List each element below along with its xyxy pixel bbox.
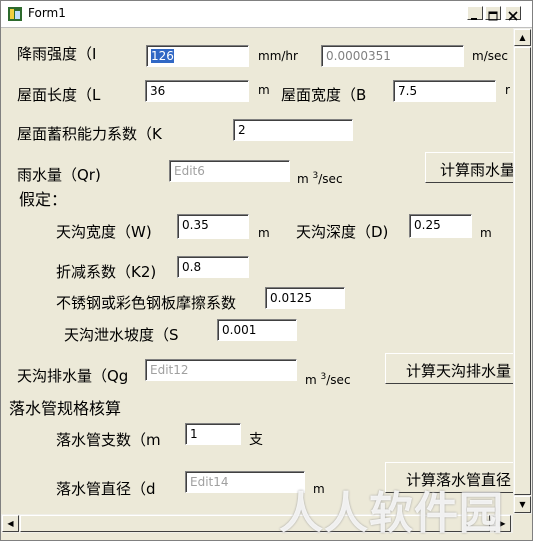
gutter-width-label: 天沟宽度（W) <box>56 223 152 241</box>
rain-intensity-input[interactable]: 126 <box>146 45 249 67</box>
watermark-text: 人人软件园 <box>279 488 504 539</box>
title-bar[interactable]: Form1 <box>1 1 532 28</box>
maximize-button[interactable] <box>485 6 501 21</box>
rain-intensity-converted-field[interactable]: 0.0000351 <box>321 45 464 67</box>
gutter-slope-label: 天沟泄水坡度（S <box>64 326 179 344</box>
vertical-scrollbar[interactable]: ▲ ▼ <box>513 28 532 514</box>
rain-volume-field[interactable]: Edit6 <box>169 160 290 182</box>
minimize-button[interactable] <box>467 6 483 20</box>
scroll-down-icon: ▼ <box>519 500 526 509</box>
vertical-scroll-thumb[interactable] <box>514 47 531 495</box>
gutter-depth-label: 天沟深度（D) <box>296 223 389 241</box>
roof-length-label: 屋面长度（L <box>17 86 101 104</box>
scroll-left-icon: ◀ <box>7 519 14 528</box>
rain-intensity-unit: mm/hr <box>258 49 298 63</box>
calc-rain-volume-button[interactable]: 计算雨水量 <box>425 152 513 183</box>
downpipe-header: 落水管规格核算 <box>9 399 122 418</box>
close-icon <box>508 11 518 21</box>
maximize-icon <box>488 11 498 21</box>
roof-width-input[interactable]: 7.5 <box>393 80 496 102</box>
gutter-discharge-field[interactable]: Edit12 <box>145 359 297 381</box>
minimize-icon <box>471 18 477 20</box>
close-button[interactable] <box>505 6 521 21</box>
rain-volume-unit: m 3/sec <box>297 171 343 186</box>
downpipe-count-input[interactable]: 1 <box>185 423 241 445</box>
storage-coeff-label: 屋面蓄积能力系数（K <box>17 125 162 143</box>
reduction-coeff-input[interactable]: 0.8 <box>177 256 249 278</box>
reduction-coeff-label: 折减系数（K2) <box>56 263 157 281</box>
gutter-width-unit: m <box>258 226 270 240</box>
main-window: Form1 降雨强度（I 126 mm/hr 0.0000351 m/sec 屋… <box>0 0 533 541</box>
form-client-area: 降雨强度（I 126 mm/hr 0.0000351 m/sec 屋面长度（L … <box>1 28 513 514</box>
calc-gutter-discharge-button[interactable]: 计算天沟排水量 <box>385 353 513 384</box>
downpipe-count-label: 落水管支数（m <box>56 431 161 449</box>
gutter-discharge-unit: m 3/sec <box>305 372 351 387</box>
gutter-depth-input[interactable]: 0.25 <box>409 214 472 238</box>
app-icon <box>8 7 22 21</box>
gutter-discharge-label: 天沟排水量（Qg <box>17 367 129 385</box>
friction-coeff-label: 不锈钢或彩色钢板摩擦系数 <box>56 294 237 312</box>
rain-intensity-converted-unit: m/sec <box>472 49 508 63</box>
friction-coeff-input[interactable]: 0.0125 <box>265 287 345 309</box>
gutter-slope-input[interactable]: 0.001 <box>217 319 297 341</box>
downpipe-diameter-label: 落水管直径（d <box>56 480 156 498</box>
assumption-header: 假定： <box>19 190 68 209</box>
rain-volume-label: 雨水量（Qr) <box>17 166 101 184</box>
downpipe-count-unit: 支 <box>249 432 263 448</box>
roof-width-label: 屋面宽度（B <box>281 86 367 104</box>
gutter-width-input[interactable]: 0.35 <box>177 214 249 239</box>
roof-length-unit: m <box>258 83 270 97</box>
rain-intensity-label: 降雨强度（I <box>17 45 97 63</box>
scroll-up-icon: ▲ <box>519 33 526 42</box>
storage-coeff-input[interactable]: 2 <box>233 119 353 141</box>
gutter-depth-unit: m <box>480 226 492 240</box>
scroll-down-button[interactable]: ▼ <box>514 496 531 513</box>
scrollbar-corner <box>513 514 532 533</box>
roof-width-unit: r <box>505 83 510 97</box>
window-title: Form1 <box>28 6 66 20</box>
scroll-up-button[interactable]: ▲ <box>514 29 531 46</box>
scroll-left-button[interactable]: ◀ <box>2 515 19 532</box>
roof-length-input[interactable]: 36 <box>145 80 249 102</box>
